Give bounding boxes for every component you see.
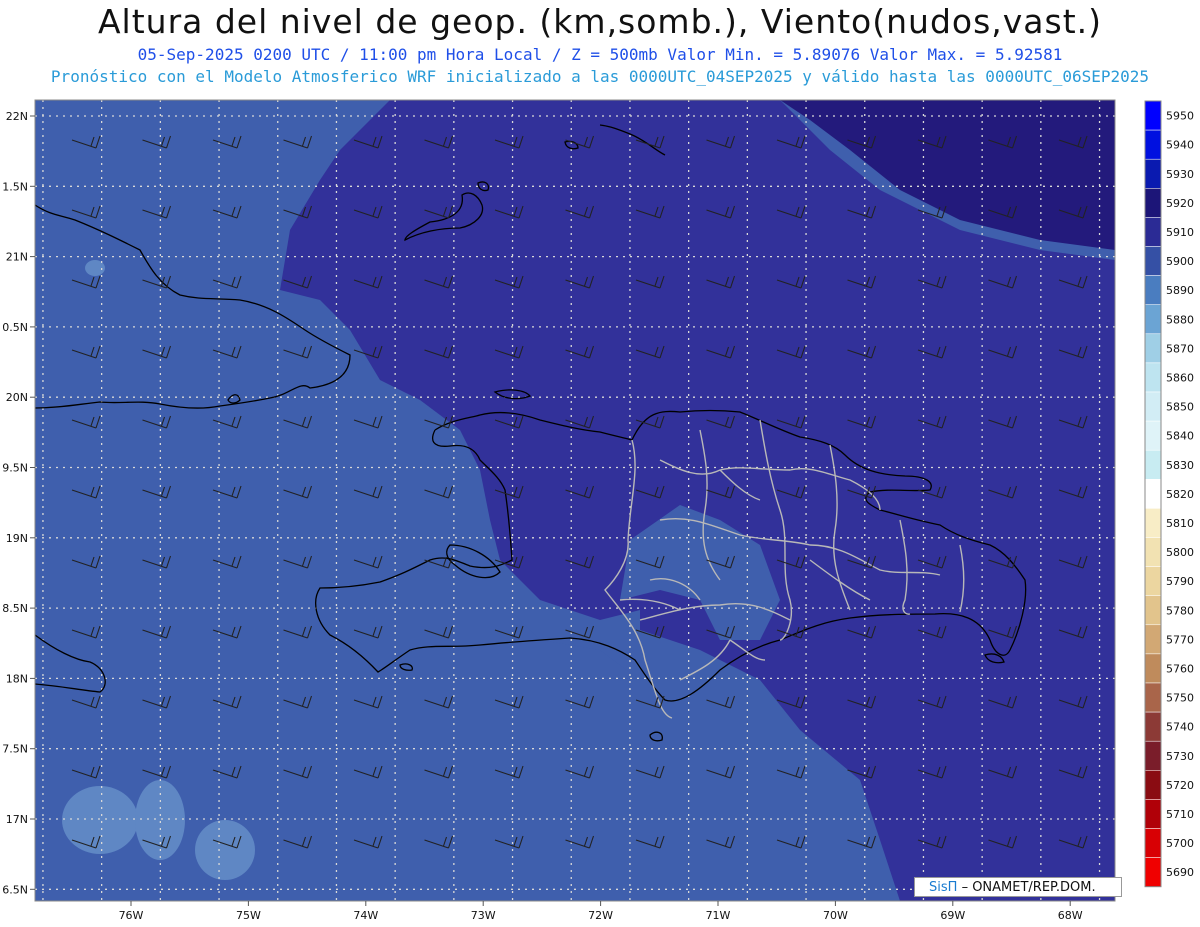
color-level-label: 5740: [1166, 721, 1194, 734]
color-level-label: 5860: [1166, 371, 1194, 384]
color-swatch: [1144, 246, 1162, 276]
height-band-5880-patch: [135, 780, 185, 860]
color-level-label: 5910: [1166, 226, 1194, 239]
color-swatch: [1144, 537, 1162, 567]
color-level-label: 5940: [1166, 139, 1194, 152]
lon-tick-label: 72W: [588, 909, 613, 922]
color-swatch: [1144, 129, 1162, 160]
lat-tick-label: 1.5N: [2, 180, 28, 193]
lon-tick-label: 69W: [940, 909, 965, 922]
color-swatch: [1144, 624, 1162, 655]
color-level-label: 5760: [1166, 662, 1194, 675]
lat-tick-label: 20N: [6, 391, 28, 404]
color-swatch: [1144, 304, 1162, 335]
color-swatch: [1144, 158, 1162, 189]
lon-tick-label: 75W: [236, 909, 261, 922]
color-swatch: [1144, 770, 1162, 800]
color-swatch: [1144, 740, 1162, 771]
color-swatch: [1144, 479, 1162, 509]
color-swatch: [1144, 653, 1162, 684]
color-level-label: 5820: [1166, 488, 1194, 501]
color-level-label: 5770: [1166, 633, 1194, 646]
lon-tick-label: 76W: [119, 909, 144, 922]
lon-tick-label: 68W: [1058, 909, 1083, 922]
color-swatch: [1144, 595, 1162, 626]
color-level-label: 5920: [1166, 197, 1194, 210]
color-level-label: 5870: [1166, 342, 1194, 355]
color-swatch: [1144, 828, 1162, 858]
height-band-5880-patch: [62, 786, 138, 854]
lat-tick-label: 21N: [6, 251, 28, 264]
lon-tick-label: 70W: [823, 909, 848, 922]
color-scale-bar: 5950 5940 5930 5920 5910 5900 5890 5880 5870 5860…: [1144, 100, 1194, 888]
color-level-label: 5900: [1166, 255, 1194, 268]
longitude-axis: 76W 75W 74W 73W 72W 71W 70W 69W 68W: [119, 901, 1083, 922]
color-swatch: [1144, 449, 1162, 480]
color-level-label: 5810: [1166, 517, 1194, 530]
lat-tick-label: 22N: [6, 110, 28, 123]
color-level-label: 5880: [1166, 313, 1194, 326]
lon-tick-label: 71W: [706, 909, 731, 922]
onamet-credit: – ONAMET/REP.DOM.: [961, 880, 1096, 895]
lat-tick-label: 19N: [6, 532, 28, 545]
color-swatch: [1144, 508, 1162, 538]
color-swatch: [1144, 188, 1162, 218]
color-level-label: 5830: [1166, 459, 1194, 472]
lat-tick-label: 17N: [6, 813, 28, 826]
color-level-label: 5700: [1166, 837, 1194, 850]
color-level-label: 5750: [1166, 692, 1194, 705]
color-swatch: [1144, 362, 1162, 393]
color-level-label: 5790: [1166, 575, 1194, 588]
color-swatch: [1144, 217, 1162, 247]
color-swatch: [1144, 100, 1162, 131]
color-swatch: [1144, 420, 1162, 451]
color-swatch: [1144, 682, 1162, 713]
color-level-label: 5930: [1166, 168, 1194, 181]
color-swatch: [1144, 333, 1162, 364]
geopotential-field: [35, 100, 1115, 901]
color-level-label: 5710: [1166, 808, 1194, 821]
lat-tick-label: 0.5N: [2, 321, 28, 334]
lat-tick-label: 18N: [6, 672, 28, 685]
color-swatch: [1144, 391, 1162, 422]
color-level-label: 5780: [1166, 604, 1194, 617]
lon-tick-label: 73W: [471, 909, 496, 922]
color-level-label: 5690: [1166, 866, 1194, 879]
color-swatch: [1144, 711, 1162, 742]
lat-tick-label: 9.5N: [2, 462, 28, 475]
credit-box: SisΠ – ONAMET/REP.DOM.: [914, 877, 1122, 897]
lat-tick-label: 6.5N: [2, 883, 28, 896]
lat-tick-label: 8.5N: [2, 602, 28, 615]
color-level-label: 5800: [1166, 546, 1194, 559]
lat-tick-label: 7.5N: [2, 743, 28, 756]
color-level-label: 5730: [1166, 750, 1194, 763]
sisp-logo-text: SisΠ: [929, 880, 958, 895]
color-level-label: 5850: [1166, 401, 1194, 414]
weather-map: 22N 1.5N 21N 0.5N 20N 9.5N 19N 8.5N 18N 7.5N 17N 6.…: [2, 99, 1194, 922]
color-level-label: 5840: [1166, 430, 1194, 443]
color-level-label: 5890: [1166, 284, 1194, 297]
height-band-5880-patch: [195, 820, 255, 880]
latitude-axis: 22N 1.5N 21N 0.5N 20N 9.5N 19N 8.5N 18N 7.5N 17N 6.…: [2, 110, 35, 896]
lon-tick-label: 74W: [353, 909, 378, 922]
color-swatch: [1144, 857, 1162, 887]
color-swatch: [1144, 799, 1162, 829]
color-level-label: 5950: [1166, 110, 1194, 123]
color-swatch: [1144, 566, 1162, 596]
color-swatch: [1144, 275, 1162, 305]
color-level-label: 5720: [1166, 779, 1194, 792]
